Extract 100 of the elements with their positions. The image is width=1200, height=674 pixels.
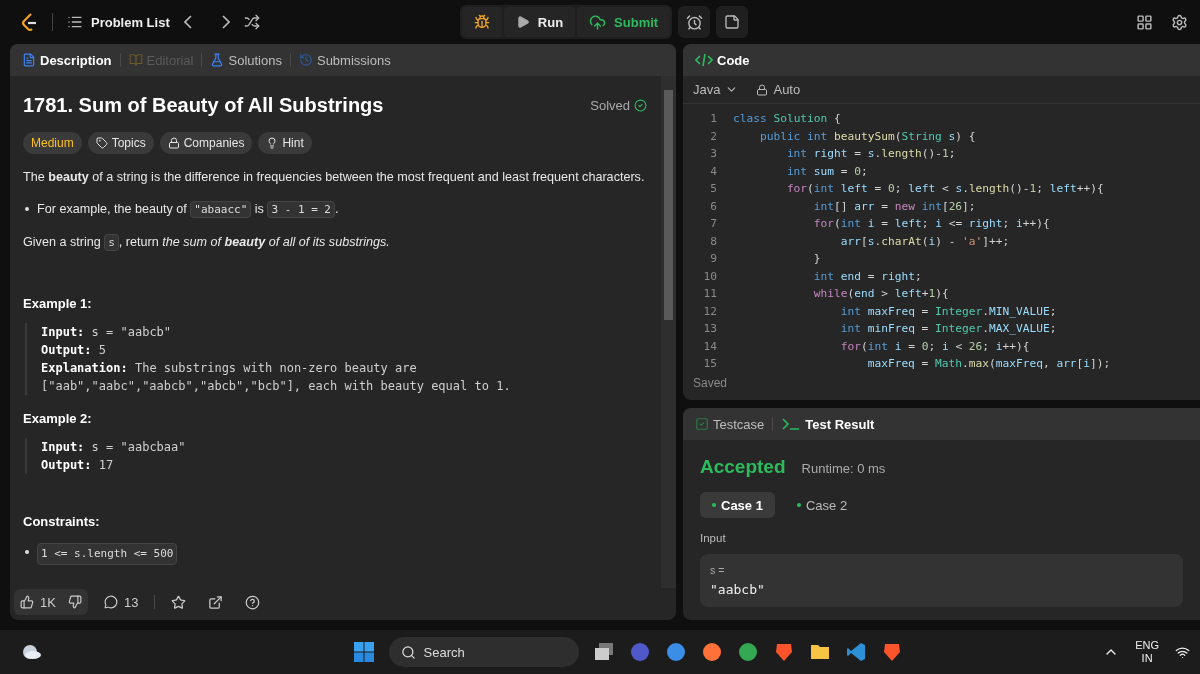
code-line: int maxFreq = Integer.MIN_VALUE; xyxy=(839,303,1057,320)
constraints-heading: Constraints: xyxy=(23,514,101,529)
problem-list-button[interactable]: Problem List xyxy=(67,14,170,30)
panel-tab[interactable]: Test Result xyxy=(781,416,875,432)
tag-button[interactable]: Companies xyxy=(159,132,253,154)
note-icon xyxy=(724,14,741,30)
code-line: class Solution { xyxy=(733,111,841,127)
runtime-text: Runtime: 0 ms xyxy=(801,461,886,476)
tag-button[interactable]: Hint xyxy=(258,132,312,154)
gear-icon xyxy=(1171,13,1188,31)
flask-icon xyxy=(210,53,225,67)
lightbulb-icon xyxy=(266,137,279,149)
code-line: int end = right; xyxy=(812,268,922,285)
panel-tab[interactable]: Description xyxy=(22,52,112,68)
code-line: for(int i = left; i <= right; i++){ xyxy=(812,216,1050,232)
next-button[interactable] xyxy=(221,15,230,29)
settings-button[interactable] xyxy=(1171,13,1188,31)
input-value: "aabcb" xyxy=(710,582,766,597)
example-block: Input: s = "aabcb" Output: 5 Explanation: The substrings with non-zero beauty are ["aab","aabc","aabcb","abcb","bcb"], each with beauty equal to 1. xyxy=(25,323,645,395)
line-number: 9 xyxy=(709,251,717,267)
debug-button[interactable] xyxy=(461,7,502,37)
submit-button[interactable]: Submit xyxy=(577,7,671,37)
document-icon xyxy=(22,53,36,67)
language-text[interactable]: ENG xyxy=(1135,639,1159,652)
thumbs-down-icon xyxy=(67,595,82,609)
code-tab[interactable]: Code xyxy=(695,52,750,68)
comments-button[interactable]: 13 xyxy=(97,594,145,610)
shuffle-button[interactable] xyxy=(243,14,260,30)
code-line: maxFreq = Math.max(maxFreq, arr[i]); xyxy=(866,356,1111,372)
example-heading: Example 1: xyxy=(23,296,93,311)
panel-tab[interactable]: Solutions xyxy=(210,52,282,68)
logo-icon[interactable] xyxy=(20,12,38,32)
thumbs-up-icon xyxy=(20,595,34,609)
code-editor-icon[interactable] xyxy=(844,641,867,663)
grid-icon xyxy=(1136,13,1153,31)
comment-icon xyxy=(103,595,118,609)
problem-title: 1781. Sum of Beauty of All Substrings xyxy=(23,94,384,117)
solved-status: Solved xyxy=(590,98,630,113)
play-icon xyxy=(515,15,530,29)
line-number: 13 xyxy=(702,321,717,337)
difficulty-tag[interactable]: Medium xyxy=(23,132,82,154)
note-button[interactable] xyxy=(716,6,749,38)
wifi-icon[interactable] xyxy=(1175,644,1190,660)
chevron-left-icon xyxy=(183,15,192,29)
bullet-icon xyxy=(25,207,29,211)
bug-icon xyxy=(473,14,490,30)
constraint-text: 1 <= s.length <= 500 xyxy=(37,543,178,565)
description-text: The beauty of a string is the difference in frequencies between the most frequent and least frequent characters. xyxy=(23,169,645,186)
description-text: Given a string s , return the sum of beauty of all of its substrings. xyxy=(23,233,390,252)
code-line: } xyxy=(812,251,821,267)
case-tab[interactable]: Case 1 xyxy=(700,492,775,518)
run-button[interactable]: Run xyxy=(503,7,576,37)
chevron-right-icon xyxy=(221,15,230,29)
code-line: arr[s.charAt(i) - 'a']++; xyxy=(839,233,1010,250)
layout-button[interactable] xyxy=(1136,13,1153,31)
checkbox-icon xyxy=(695,417,709,431)
save-status: Saved xyxy=(692,375,729,392)
line-number: 5 xyxy=(709,181,717,197)
description-text: For example, the beauty of "abaacc" is 3 - 1 = 2 . xyxy=(37,200,339,219)
shuffle-icon xyxy=(243,14,260,30)
code-line: while(end > left+1){ xyxy=(812,286,949,302)
terminal-icon xyxy=(781,417,802,431)
scrollbar[interactable] xyxy=(661,76,676,588)
alarm-clock-icon xyxy=(685,13,703,31)
history-icon xyxy=(298,53,313,67)
star-icon xyxy=(171,594,187,610)
case-tab[interactable]: Case 2 xyxy=(784,492,860,518)
search-field[interactable]: Search xyxy=(388,637,579,667)
line-number: 15 xyxy=(702,356,717,372)
line-number: 4 xyxy=(709,163,717,180)
code-line: for(int left = 0; left < s.length()-1; left++){ xyxy=(785,181,1104,197)
code-line: for(int i = 0; i < 26; i++){ xyxy=(839,338,1030,355)
code-icon xyxy=(695,53,713,67)
panel-tab[interactable]: Submissions xyxy=(298,52,391,68)
panel-tab[interactable]: Testcase xyxy=(695,416,765,432)
region-text[interactable]: IN xyxy=(1141,652,1153,665)
line-number: 12 xyxy=(702,303,717,320)
weather-icon[interactable] xyxy=(20,643,42,661)
line-number: 1 xyxy=(709,111,717,127)
line-number: 2 xyxy=(709,128,717,145)
code-line: int sum = 0; xyxy=(785,163,868,180)
windows-icon[interactable] xyxy=(592,641,615,663)
verdict-text: Accepted xyxy=(700,456,786,478)
variable-name: s = xyxy=(710,564,726,576)
example-heading: Example 2: xyxy=(23,411,93,426)
list-icon xyxy=(67,14,83,30)
timer-button[interactable] xyxy=(678,6,711,38)
bullet-icon xyxy=(25,550,29,554)
code-line: int[] arr = new int[26]; xyxy=(812,198,976,215)
cloud-upload-icon xyxy=(589,13,607,31)
line-number: 6 xyxy=(709,198,717,215)
auto-button[interactable]: Auto xyxy=(756,82,801,97)
code-line: public int beautySum(String s) { xyxy=(758,128,976,145)
start-icon[interactable] xyxy=(352,641,375,663)
help-icon xyxy=(245,594,261,610)
lock-icon xyxy=(167,137,180,149)
external-link-icon xyxy=(208,594,224,610)
previous-button[interactable] xyxy=(183,15,192,29)
language-dropdown[interactable]: Java xyxy=(693,82,739,97)
tag-button[interactable]: Topics xyxy=(87,132,154,154)
